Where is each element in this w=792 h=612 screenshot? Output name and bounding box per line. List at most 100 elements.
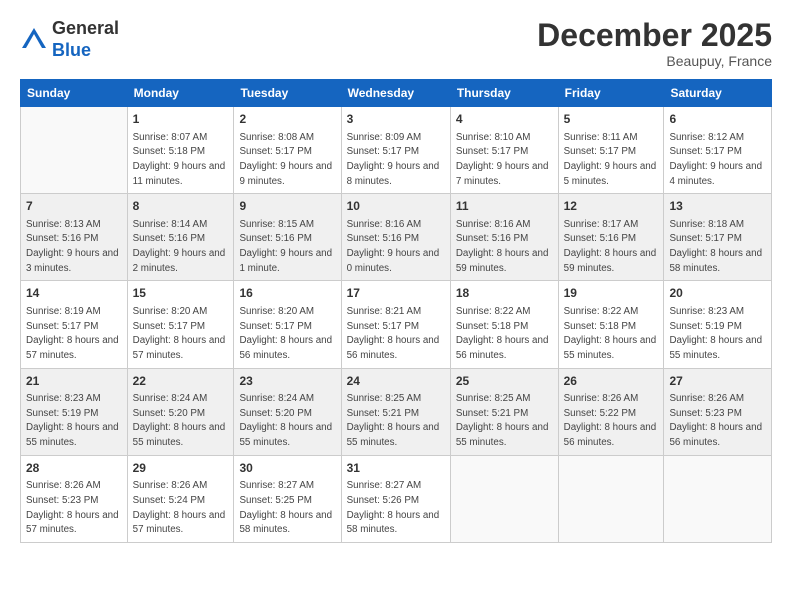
day-number: 1 [133,111,229,128]
header-thursday: Thursday [450,80,558,107]
day-info: Sunrise: 8:23 AMSunset: 5:19 PMDaylight:… [26,392,122,451]
header-monday: Monday [127,80,234,107]
day-info: Sunrise: 8:26 AMSunset: 5:22 PMDaylight:… [564,392,659,451]
calendar-day-cell: 12Sunrise: 8:17 AMSunset: 5:16 PMDayligh… [558,194,664,281]
month-title: December 2025 [537,18,772,53]
day-info: Sunrise: 8:17 AMSunset: 5:16 PMDaylight:… [564,218,659,277]
calendar-day-cell: 18Sunrise: 8:22 AMSunset: 5:18 PMDayligh… [450,281,558,368]
day-info: Sunrise: 8:14 AMSunset: 5:16 PMDaylight:… [133,218,229,277]
calendar-week-row: 21 Sunrise: 8:23 AMSunset: 5:19 PMDayligh… [21,368,772,455]
day-number: 5 [564,111,659,128]
logo-blue-text: Blue [52,40,119,62]
calendar-day-cell [21,107,128,194]
day-info: Sunrise: 8:15 AMSunset: 5:16 PMDaylight:… [239,218,335,277]
day-number: 24 [347,373,445,390]
day-number: 15 [133,285,229,302]
day-info: Sunrise: 8:24 AMSunset: 5:20 PMDaylight:… [239,392,335,451]
calendar-day-cell: 1 Sunrise: 8:07 AMSunset: 5:18 PMDaylight… [127,107,234,194]
day-info: Sunrise: 8:24 AMSunset: 5:20 PMDaylight:… [133,392,229,451]
calendar-day-cell: 22Sunrise: 8:24 AMSunset: 5:20 PMDayligh… [127,368,234,455]
day-info: Sunrise: 8:16 AMSunset: 5:16 PMDaylight:… [456,218,553,277]
day-number: 7 [26,198,122,215]
day-info: Sunrise: 8:09 AMSunset: 5:17 PMDaylight:… [347,131,445,190]
day-number: 17 [347,285,445,302]
calendar-day-cell: 11 Sunrise: 8:16 AMSunset: 5:16 PMDayligh… [450,194,558,281]
header-friday: Friday [558,80,664,107]
day-info: Sunrise: 8:08 AMSunset: 5:17 PMDaylight:… [239,131,335,190]
header: General Blue December 2025 Beaupuy, Fran… [20,18,772,69]
logo-general-text: General [52,18,119,40]
day-number: 6 [669,111,766,128]
day-info: Sunrise: 8:26 AMSunset: 5:23 PMDaylight:… [669,392,766,451]
day-info: Sunrise: 8:21 AMSunset: 5:17 PMDaylight:… [347,305,445,364]
day-info: Sunrise: 8:07 AMSunset: 5:18 PMDaylight:… [133,131,229,190]
calendar-day-cell: 29 Sunrise: 8:26 AMSunset: 5:24 PMDayligh… [127,455,234,542]
day-number: 31 [347,460,445,477]
day-number: 19 [564,285,659,302]
calendar-day-cell: 10 Sunrise: 8:16 AMSunset: 5:16 PMDayligh… [341,194,450,281]
day-info: Sunrise: 8:11 AMSunset: 5:17 PMDaylight:… [564,131,659,190]
calendar-day-cell: 17 Sunrise: 8:21 AMSunset: 5:17 PMDayligh… [341,281,450,368]
day-number: 30 [239,460,335,477]
header-wednesday: Wednesday [341,80,450,107]
header-saturday: Saturday [664,80,772,107]
calendar-day-cell [450,455,558,542]
day-number: 2 [239,111,335,128]
calendar-week-row: 14 Sunrise: 8:19 AMSunset: 5:17 PMDayligh… [21,281,772,368]
calendar-day-cell: 28 Sunrise: 8:26 AMSunset: 5:23 PMDayligh… [21,455,128,542]
day-number: 14 [26,285,122,302]
day-info: Sunrise: 8:22 AMSunset: 5:18 PMDaylight:… [456,305,553,364]
day-info: Sunrise: 8:27 AMSunset: 5:26 PMDaylight:… [347,479,445,538]
calendar-day-cell: 27 Sunrise: 8:26 AMSunset: 5:23 PMDayligh… [664,368,772,455]
day-info: Sunrise: 8:27 AMSunset: 5:25 PMDaylight:… [239,479,335,538]
calendar-week-row: 7 Sunrise: 8:13 AMSunset: 5:16 PMDaylight… [21,194,772,281]
calendar-day-cell: 4 Sunrise: 8:10 AMSunset: 5:17 PMDaylight… [450,107,558,194]
day-number: 3 [347,111,445,128]
day-info: Sunrise: 8:25 AMSunset: 5:21 PMDaylight:… [347,392,445,451]
day-info: Sunrise: 8:26 AMSunset: 5:23 PMDaylight:… [26,479,122,538]
day-number: 4 [456,111,553,128]
day-number: 11 [456,198,553,215]
calendar-day-cell: 15Sunrise: 8:20 AMSunset: 5:17 PMDayligh… [127,281,234,368]
calendar-day-cell [558,455,664,542]
day-number: 25 [456,373,553,390]
day-info: Sunrise: 8:13 AMSunset: 5:16 PMDaylight:… [26,218,122,277]
day-number: 13 [669,198,766,215]
day-number: 10 [347,198,445,215]
calendar-day-cell: 5 Sunrise: 8:11 AMSunset: 5:17 PMDaylight… [558,107,664,194]
day-number: 8 [133,198,229,215]
title-area: December 2025 Beaupuy, France [537,18,772,69]
logo-icon [20,26,48,54]
day-info: Sunrise: 8:18 AMSunset: 5:17 PMDaylight:… [669,218,766,277]
day-info: Sunrise: 8:19 AMSunset: 5:17 PMDaylight:… [26,305,122,364]
day-info: Sunrise: 8:12 AMSunset: 5:17 PMDaylight:… [669,131,766,190]
day-number: 21 [26,373,122,390]
day-info: Sunrise: 8:10 AMSunset: 5:17 PMDaylight:… [456,131,553,190]
day-number: 27 [669,373,766,390]
weekday-header-row: Sunday Monday Tuesday Wednesday Thursday… [21,80,772,107]
day-number: 23 [239,373,335,390]
calendar-day-cell: 24 Sunrise: 8:25 AMSunset: 5:21 PMDayligh… [341,368,450,455]
calendar-day-cell: 13 Sunrise: 8:18 AMSunset: 5:17 PMDayligh… [664,194,772,281]
day-number: 20 [669,285,766,302]
day-number: 28 [26,460,122,477]
calendar-day-cell: 19Sunrise: 8:22 AMSunset: 5:18 PMDayligh… [558,281,664,368]
header-tuesday: Tuesday [234,80,341,107]
location: Beaupuy, France [537,53,772,69]
calendar-day-cell: 30 Sunrise: 8:27 AMSunset: 5:25 PMDayligh… [234,455,341,542]
day-number: 29 [133,460,229,477]
logo: General Blue [20,18,119,61]
calendar-day-cell: 20 Sunrise: 8:23 AMSunset: 5:19 PMDayligh… [664,281,772,368]
day-info: Sunrise: 8:16 AMSunset: 5:16 PMDaylight:… [347,218,445,277]
calendar-day-cell: 7 Sunrise: 8:13 AMSunset: 5:16 PMDaylight… [21,194,128,281]
calendar-day-cell: 3 Sunrise: 8:09 AMSunset: 5:17 PMDaylight… [341,107,450,194]
day-info: Sunrise: 8:23 AMSunset: 5:19 PMDaylight:… [669,305,766,364]
calendar-day-cell: 2 Sunrise: 8:08 AMSunset: 5:17 PMDaylight… [234,107,341,194]
calendar-day-cell: 25 Sunrise: 8:25 AMSunset: 5:21 PMDayligh… [450,368,558,455]
day-number: 26 [564,373,659,390]
day-info: Sunrise: 8:25 AMSunset: 5:21 PMDaylight:… [456,392,553,451]
day-info: Sunrise: 8:26 AMSunset: 5:24 PMDaylight:… [133,479,229,538]
calendar-day-cell: 26 Sunrise: 8:26 AMSunset: 5:22 PMDayligh… [558,368,664,455]
page: General Blue December 2025 Beaupuy, Fran… [0,0,792,612]
calendar-day-cell: 8 Sunrise: 8:14 AMSunset: 5:16 PMDaylight… [127,194,234,281]
